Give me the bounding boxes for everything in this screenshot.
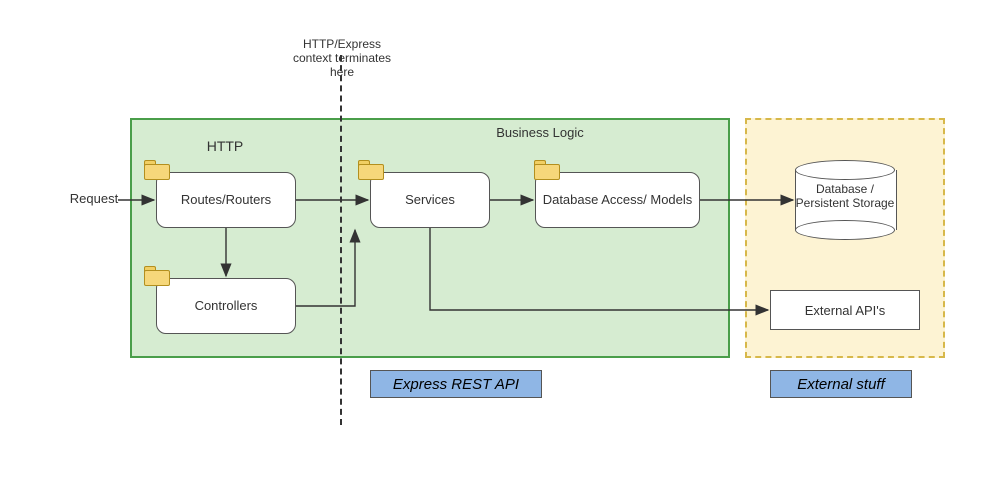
node-controllers: Controllers [156,278,296,334]
node-services-label: Services [405,192,455,208]
region-label-api-text: Express REST API [393,376,519,393]
folder-icon [144,160,168,178]
architecture-diagram: HTTP/Express context terminates here HTT… [0,0,1000,500]
node-external-apis-label: External API's [805,303,886,318]
http-context-divider [340,55,342,425]
node-external-apis: External API's [770,290,920,330]
node-database-access-label: Database Access/ Models [543,192,693,208]
folder-icon [144,266,168,284]
node-database-label: Database / Persistent Storage [795,182,895,211]
region-label-external-text: External stuff [797,376,885,393]
region-label-api: Express REST API [370,370,542,398]
node-database-access: Database Access/ Models [535,172,700,228]
folder-icon [358,160,382,178]
node-routes: Routes/Routers [156,172,296,228]
node-controllers-label: Controllers [195,298,258,314]
node-routes-label: Routes/Routers [181,192,271,208]
request-source-label: Request [64,192,124,207]
business-logic-section-label: Business Logic [495,126,585,141]
divider-note-label: HTTP/Express context terminates here [282,38,402,79]
http-section-label: HTTP [185,138,265,154]
region-label-external: External stuff [770,370,912,398]
folder-icon [534,160,558,178]
node-services: Services [370,172,490,228]
node-database: Database / Persistent Storage [795,160,895,240]
